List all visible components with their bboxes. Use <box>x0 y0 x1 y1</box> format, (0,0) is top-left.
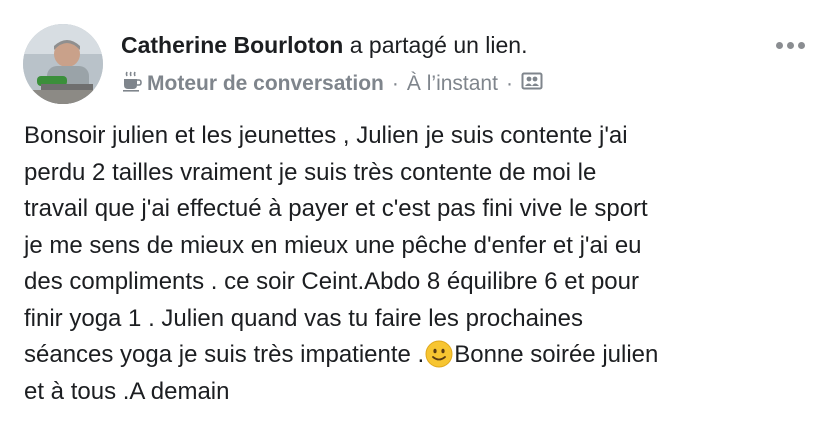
more-options-icon[interactable] <box>776 42 805 49</box>
author-name[interactable]: Catherine Bourloton <box>121 32 343 58</box>
coffee-cup-icon <box>121 70 143 98</box>
meta-separator: · <box>391 72 399 95</box>
post-text-part1: Bonsoir julien et les jeunettes , Julien… <box>24 122 648 368</box>
post-header: Catherine Bourloton a partagé un lien. <box>121 32 527 59</box>
post-meta: Moteur de conversation · À l’instant · <box>121 70 543 98</box>
group-name[interactable]: Moteur de conversation <box>147 72 384 96</box>
post-body: Bonsoir julien et les jeunettes , Julien… <box>24 118 814 410</box>
group-audience-icon[interactable] <box>521 70 543 98</box>
author-avatar[interactable] <box>23 24 103 104</box>
post-action: a partagé un lien. <box>349 32 528 58</box>
slightly-smiling-face-emoji <box>425 340 453 368</box>
feed-post: Catherine Bourloton a partagé un lien. M… <box>0 0 828 432</box>
meta-separator: · <box>505 72 513 95</box>
post-time[interactable]: À l’instant <box>407 72 498 96</box>
